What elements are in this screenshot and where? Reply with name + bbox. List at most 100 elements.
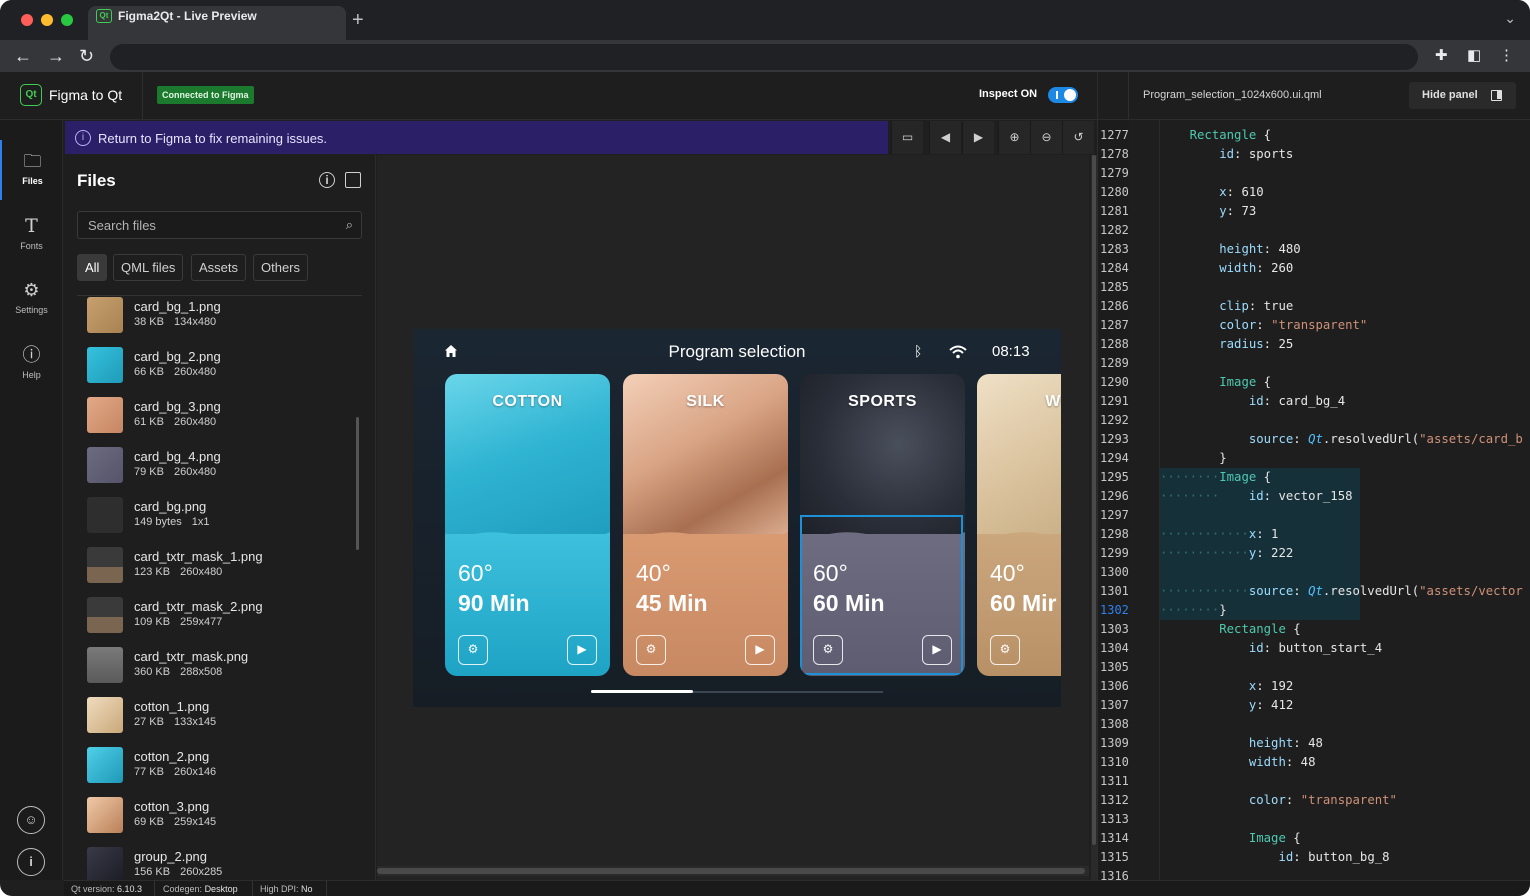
file-row[interactable]: card_bg_3.png 61 KB 260x480 [77,397,357,447]
reset-icon[interactable]: ↺ [1062,121,1094,154]
code-editor[interactable]: 1277 Rectangle {1278 id: sports 1279 1280 … [1097,120,1530,880]
close-window-button[interactable] [21,14,33,26]
filter-qml-files[interactable]: QML files [113,254,184,281]
browser-tab[interactable]: Qt Figma2Qt - Live Preview [88,6,346,40]
maximize-window-button[interactable] [61,14,73,26]
hide-panel-button[interactable]: Hide panel [1409,82,1516,109]
new-tab-icon[interactable]: + [352,10,364,30]
program-card-cotton[interactable]: COTTON 60° 90 Min ⚙ ▶ [445,374,610,676]
files-title: Files [77,171,116,190]
line-number: 1305 [1100,660,1129,674]
code-line: 1311 [1098,772,1530,791]
forward-icon[interactable]: → [47,45,65,67]
card-settings-button[interactable]: ⚙ [458,635,488,665]
line-number: 1311 [1100,774,1129,788]
panel-toggle-icon[interactable] [345,172,361,188]
highlight-band [1160,506,1360,525]
program-card-sports[interactable]: SPORTS 60° 60 Min ⚙ ▶ [800,374,965,676]
back-icon[interactable]: ← [14,45,32,67]
header-divider [1128,72,1129,120]
file-row[interactable]: card_bg_1.png 38 KB 134x480 [77,297,357,347]
file-row[interactable]: cotton_1.png 27 KB 133x145 [77,697,357,747]
filter-all[interactable]: All [77,254,108,281]
card-settings-button[interactable]: ⚙ [636,635,666,665]
toggle-knob [1064,89,1076,101]
scroll-thumb[interactable] [377,868,1085,874]
code-line: 1294 } [1098,449,1530,468]
code-token: Qt [1308,432,1323,446]
code-line: 1287 color: "transparent" [1098,316,1530,335]
card-start-button[interactable]: ▶ [567,635,597,665]
card-settings-button[interactable]: ⚙ [990,635,1020,665]
file-row[interactable]: card_txtr_mask.png 360 KB 288x508 [77,647,357,697]
line-number: 1316 [1100,869,1129,880]
file-row[interactable]: group_2.png 156 KB 260x285 [77,847,357,880]
card-start-button[interactable]: ▶ [745,635,775,665]
qt-version-value: 6.10.3 [117,884,143,894]
line-number: 1309 [1100,736,1129,750]
file-size: 27 KB [134,716,164,728]
next-icon[interactable]: ▶ [962,121,994,154]
file-row[interactable]: cotton_3.png 69 KB 259x145 [77,797,357,847]
monitor-icon[interactable]: ▭ [891,121,923,154]
minimize-window-button[interactable] [41,14,53,26]
code-line: 1303 Rectangle { [1098,620,1530,639]
prev-icon[interactable]: ◀ [929,121,961,154]
horizontal-scrollbar[interactable] [377,866,1089,876]
file-name: card_bg_1.png [134,299,221,314]
file-row[interactable]: card_txtr_mask_2.png 109 KB 259x477 [77,597,357,647]
code-line: 1314 Image { [1098,829,1530,848]
rail-item-settings[interactable]: ⚙ Settings [0,269,63,329]
code-line: 1291 id: card_bg_4 [1098,392,1530,411]
inspect-toggle[interactable] [1048,87,1078,103]
line-text: clip: true [1160,297,1293,316]
code-token: id [1248,641,1264,655]
file-thumbnail [87,797,123,833]
info-icon[interactable]: i [319,172,335,188]
code-line: 1280 x: 610 [1098,183,1530,202]
play-icon: ▶ [755,642,765,656]
file-row[interactable]: card_bg_2.png 66 KB 260x480 [77,347,357,397]
program-card-wo[interactable]: WO40°60 Mir⚙▶ [977,374,1061,676]
reload-icon[interactable]: ↻ [79,45,94,67]
rail-item-help[interactable]: ⓘ Help [0,334,63,394]
chevron-down-icon[interactable]: ⌄ [1504,10,1516,27]
user-icon[interactable]: ☺ [17,806,45,834]
code-token: Rectangle [1189,128,1257,142]
address-bar[interactable] [110,44,1418,70]
side-panel-icon[interactable]: ◧ [1467,46,1481,64]
rail-item-files[interactable]: 🗀 Files [0,140,63,200]
code-line: 1308 [1098,715,1530,734]
more-menu-icon[interactable]: ⋮ [1499,46,1514,64]
files-scrollbar[interactable] [356,417,359,550]
search-box[interactable]: ⌕ [77,211,362,239]
search-input[interactable] [88,217,328,233]
extensions-icon[interactable]: ✚ [1435,46,1448,64]
code-token: id [1278,850,1294,864]
rail-item-fonts[interactable]: T Fonts [0,205,63,265]
gear-icon: ⚙ [23,280,40,300]
file-row[interactable]: card_bg.png 149 bytes 1x1 [77,497,357,547]
code-line: 1285 [1098,278,1530,297]
line-number: 1277 [1100,128,1129,142]
info-icon[interactable]: i [17,848,45,876]
filter-assets[interactable]: Assets [191,254,247,281]
program-card-silk[interactable]: SILK 40° 45 Min ⚙ ▶ [623,374,788,676]
file-row[interactable]: cotton_2.png 77 KB 260x146 [77,747,357,797]
zoom-in-icon[interactable]: ⊕ [998,121,1030,154]
connection-badge: Connected to Figma [157,86,254,104]
zoom-out-icon[interactable]: ⊖ [1030,121,1062,154]
line-number: 1287 [1100,318,1129,332]
filter-others[interactable]: Others [253,254,309,281]
high-dpi: High DPI: No [260,884,313,894]
file-thumbnail [87,447,123,483]
code-token: color [1248,793,1286,807]
file-meta: 79 KB 260x480 [134,466,226,478]
scroll-thumb[interactable] [1092,155,1096,845]
file-row[interactable]: card_txtr_mask_1.png 123 KB 260x480 [77,547,357,597]
file-row[interactable]: card_bg_4.png 79 KB 260x480 [77,447,357,497]
line-number: 1313 [1100,812,1129,826]
app-title: Figma to Qt [49,87,123,103]
code-token: : vector_158 [1263,489,1353,503]
code-token: Image [1219,375,1257,389]
